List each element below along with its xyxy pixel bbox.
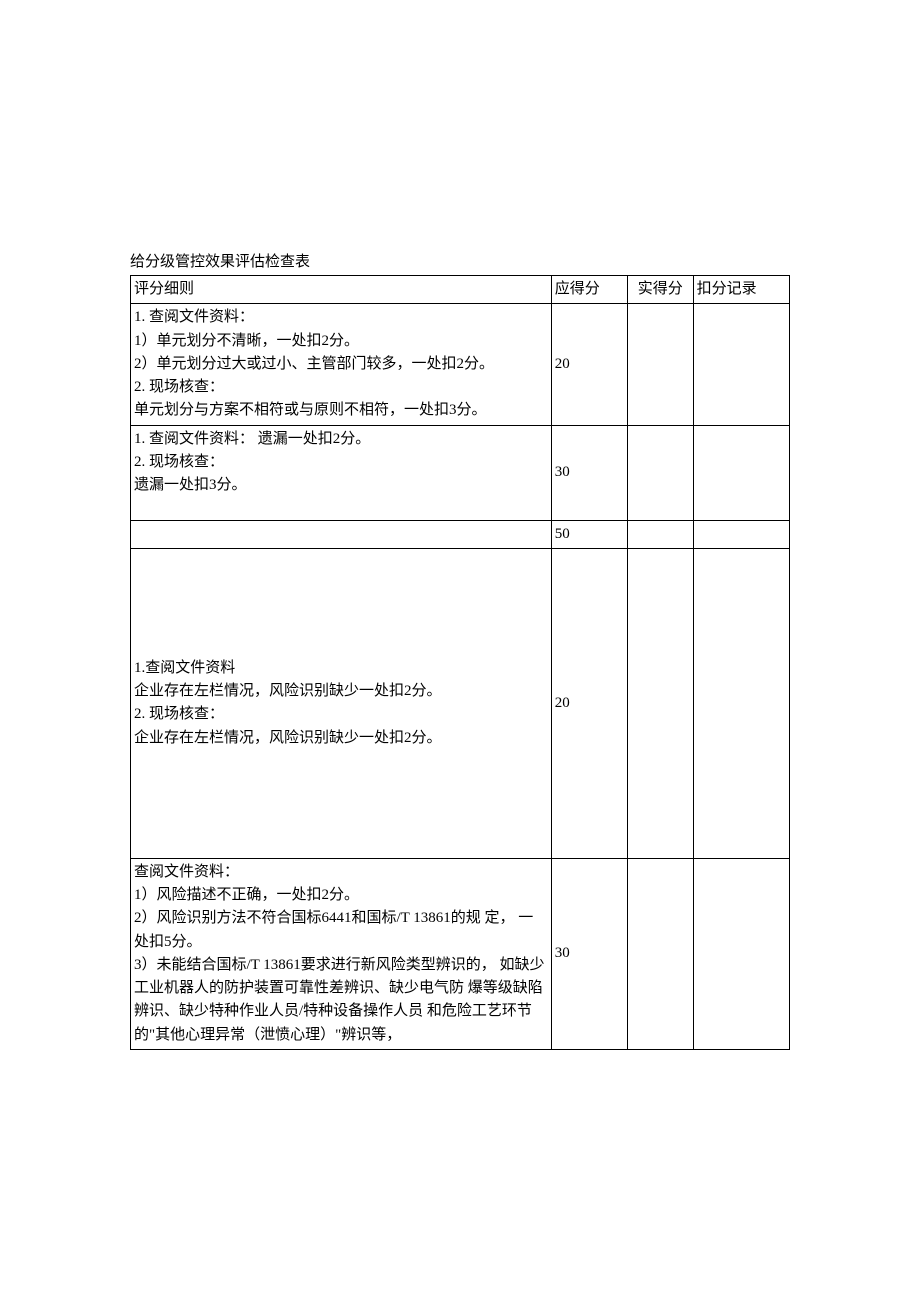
header-due-score: 应得分 [551, 276, 627, 304]
table-row: 1. 查阅文件资料：1）单元划分不清晰，一处扣2分。2）单元划分过大或过小、主管… [131, 304, 790, 425]
cell-criteria: 查阅文件资料：1）风险描述不正确，一处扣2分。2）风险识别方法不符合国标6441… [131, 858, 552, 1049]
table-header-row: 评分细则 应得分 实得分 扣分记录 [131, 276, 790, 304]
cell-actual-score [627, 304, 693, 425]
cell-due-score: 20 [551, 548, 627, 858]
table-row: 1.查阅文件资料企业存在左栏情况，风险识别缺少一处扣2分。2. 现场核查：企业存… [131, 548, 790, 858]
cell-deduction-record [693, 520, 789, 548]
cell-due-score: 50 [551, 520, 627, 548]
cell-criteria: 1. 查阅文件资料：1）单元划分不清晰，一处扣2分。2）单元划分过大或过小、主管… [131, 304, 552, 425]
cell-due-score: 30 [551, 425, 627, 520]
cell-deduction-record [693, 548, 789, 858]
document-title: 给分级管控效果评估检查表 [130, 250, 790, 271]
header-criteria: 评分细则 [131, 276, 552, 304]
cell-actual-score [627, 548, 693, 858]
cell-deduction-record [693, 425, 789, 520]
cell-actual-score [627, 425, 693, 520]
cell-criteria: 1. 查阅文件资料： 遗漏一处扣2分。2. 现场核查：遗漏一处扣3分。 [131, 425, 552, 520]
cell-due-score: 30 [551, 858, 627, 1049]
header-deduction-record: 扣分记录 [693, 276, 789, 304]
header-actual-score: 实得分 [627, 276, 693, 304]
cell-deduction-record [693, 304, 789, 425]
cell-actual-score [627, 520, 693, 548]
cell-criteria [131, 520, 552, 548]
cell-actual-score [627, 858, 693, 1049]
table-row: 50 [131, 520, 790, 548]
table-row: 查阅文件资料：1）风险描述不正确，一处扣2分。2）风险识别方法不符合国标6441… [131, 858, 790, 1049]
evaluation-table: 评分细则 应得分 实得分 扣分记录 1. 查阅文件资料：1）单元划分不清晰，一处… [130, 275, 790, 1050]
cell-deduction-record [693, 858, 789, 1049]
cell-due-score: 20 [551, 304, 627, 425]
table-row: 1. 查阅文件资料： 遗漏一处扣2分。2. 现场核查：遗漏一处扣3分。 30 [131, 425, 790, 520]
cell-criteria: 1.查阅文件资料企业存在左栏情况，风险识别缺少一处扣2分。2. 现场核查：企业存… [131, 548, 552, 858]
